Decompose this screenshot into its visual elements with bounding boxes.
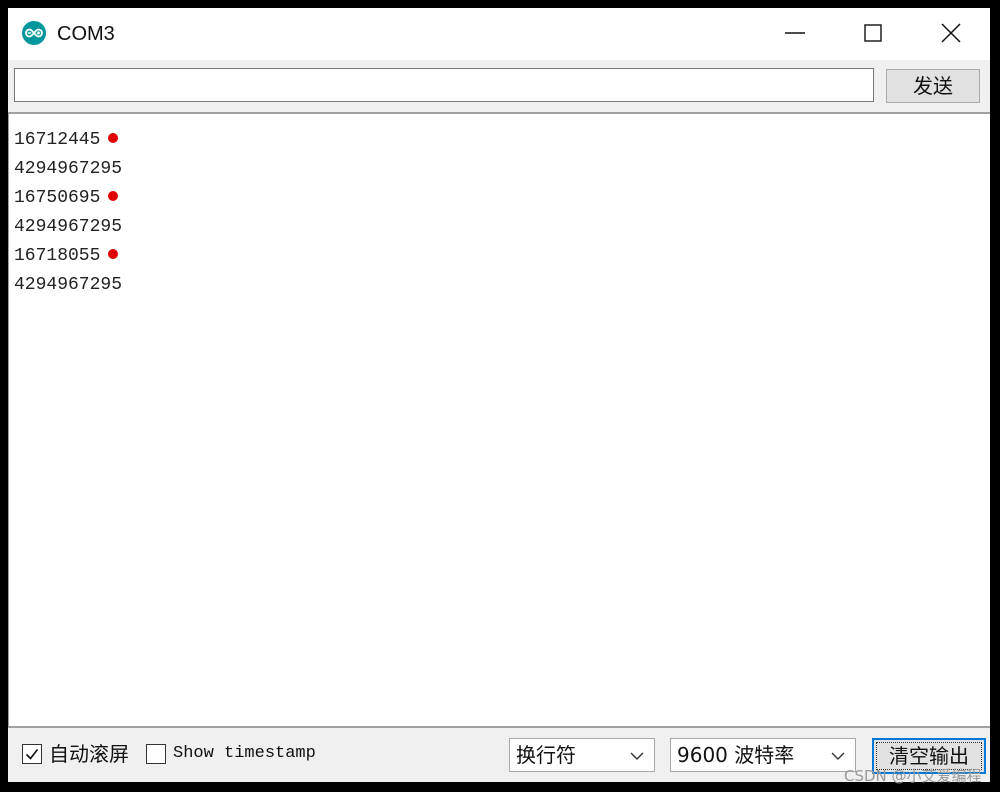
output-line-text: 4294967295 — [14, 217, 123, 237]
serial-output-area[interactable]: 16712445 4294967295 16750695 4294967295 1671… — [8, 114, 990, 726]
chevron-down-icon — [831, 752, 845, 760]
output-line: 16718055 — [14, 242, 122, 271]
output-line: 4294967295 — [14, 271, 122, 300]
autoscroll-checkbox[interactable] — [22, 744, 42, 764]
output-line-text: 16750695 — [14, 188, 101, 208]
red-dot-marker — [108, 191, 119, 201]
minimize-icon — [785, 32, 805, 34]
send-button[interactable]: 发送 — [886, 69, 980, 103]
output-line: 4294967295 — [14, 155, 122, 184]
output-line-text: 4294967295 — [14, 159, 123, 179]
maximize-button[interactable] — [834, 8, 912, 58]
output-line-text: 16718055 — [14, 246, 101, 266]
bottom-bar: 自动滚屏 Show timestamp 换行符 9600 波特率 清空输出 — [8, 728, 990, 782]
baud-rate-value: 9600 波特率 — [677, 743, 795, 767]
maximize-icon — [864, 24, 882, 42]
autoscroll-label[interactable]: 自动滚屏 — [49, 740, 129, 768]
window-title: COM3 — [57, 23, 115, 45]
line-ending-value: 换行符 — [516, 743, 576, 767]
red-dot-marker — [108, 249, 119, 259]
minimize-button[interactable] — [756, 8, 834, 58]
show-timestamp-checkbox[interactable] — [146, 744, 166, 764]
line-ending-select[interactable]: 换行符 — [509, 738, 655, 772]
red-dot-marker — [108, 133, 119, 143]
baud-rate-select[interactable]: 9600 波特率 — [670, 738, 856, 772]
output-lines: 16712445 4294967295 16750695 4294967295 1671… — [14, 126, 122, 300]
close-button[interactable] — [912, 8, 990, 58]
output-line: 16712445 — [14, 126, 122, 155]
show-timestamp-label[interactable]: Show timestamp — [173, 740, 316, 768]
output-line-text: 4294967295 — [14, 275, 123, 295]
close-icon — [941, 23, 961, 43]
output-line-text: 16712445 — [14, 130, 101, 150]
output-line: 16750695 — [14, 184, 122, 213]
serial-monitor-window: COM3 发送 16712445 4294967295 16750695 429496… — [8, 8, 990, 782]
chevron-down-icon — [630, 752, 644, 760]
checkmark-icon — [25, 749, 39, 760]
arduino-infinity-icon — [22, 21, 46, 45]
title-bar: COM3 — [8, 8, 990, 60]
output-line: 4294967295 — [14, 213, 122, 242]
watermark: CSDN @小艾爱编程 — [844, 767, 982, 785]
send-input[interactable] — [14, 68, 874, 102]
